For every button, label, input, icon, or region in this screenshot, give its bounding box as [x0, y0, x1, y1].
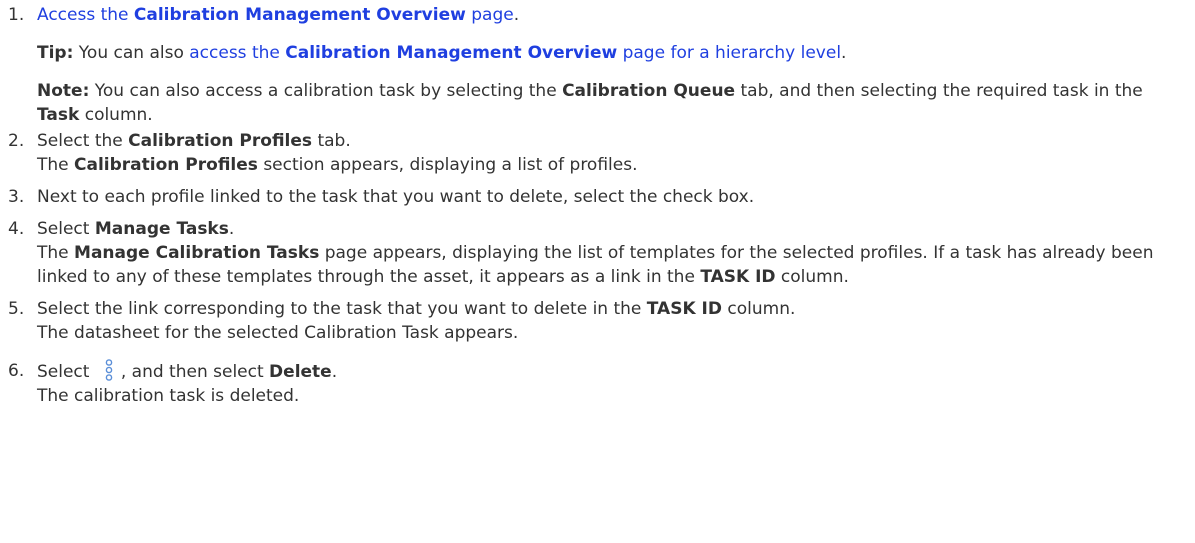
- step-5-result: The datasheet for the selected Calibrati…: [37, 323, 519, 343]
- vertical-ellipsis-icon: [98, 359, 120, 381]
- procedure-document: 1. Access the Calibration Management Ove…: [0, 0, 1188, 408]
- step-1: 1. Access the Calibration Management Ove…: [8, 3, 1188, 127]
- step-4-result: The Manage Calibration Tasks page appear…: [37, 243, 1154, 287]
- step-4-instruction: Select Manage Tasks.: [37, 219, 235, 239]
- step-number: 6.: [8, 361, 25, 381]
- note-paragraph: Note: You can also access a calibration …: [37, 81, 1143, 125]
- step-number: 3.: [8, 187, 25, 207]
- step-number: 2.: [8, 131, 25, 151]
- step-number: 1.: [8, 5, 25, 25]
- step-3-instruction: Next to each profile linked to the task …: [37, 187, 755, 207]
- note-label: Note:: [37, 81, 90, 101]
- step-2-result: The Calibration Profiles section appears…: [37, 155, 638, 175]
- step-5-instruction: Select the link corresponding to the tas…: [37, 299, 796, 319]
- step-2: 2. Select the Calibration Profiles tab. …: [8, 129, 1188, 177]
- tip-label: Tip:: [37, 43, 74, 63]
- steps-list: 1. Access the Calibration Management Ove…: [8, 3, 1188, 408]
- step-1-instruction: Access the Calibration Management Overvi…: [37, 5, 520, 25]
- step-4: 4. Select Manage Tasks. The Manage Calib…: [8, 217, 1188, 289]
- step-5: 5. Select the link corresponding to the …: [8, 297, 1188, 345]
- step-3: 3. Next to each profile linked to the ta…: [8, 185, 1188, 209]
- step-6: 6. Select , and then select Delete. The …: [8, 359, 1188, 408]
- step-6-instruction: Select , and then select Delete.: [37, 359, 1188, 384]
- hierarchy-overview-link[interactable]: access the Calibration Management Overvi…: [189, 43, 841, 63]
- step-number: 5.: [8, 299, 25, 319]
- step-number: 4.: [8, 219, 25, 239]
- tip-paragraph: Tip: You can also access the Calibration…: [37, 43, 847, 63]
- step-2-instruction: Select the Calibration Profiles tab.: [37, 131, 351, 151]
- step-6-result: The calibration task is deleted.: [37, 386, 300, 406]
- overview-page-link[interactable]: Access the Calibration Management Overvi…: [37, 5, 514, 25]
